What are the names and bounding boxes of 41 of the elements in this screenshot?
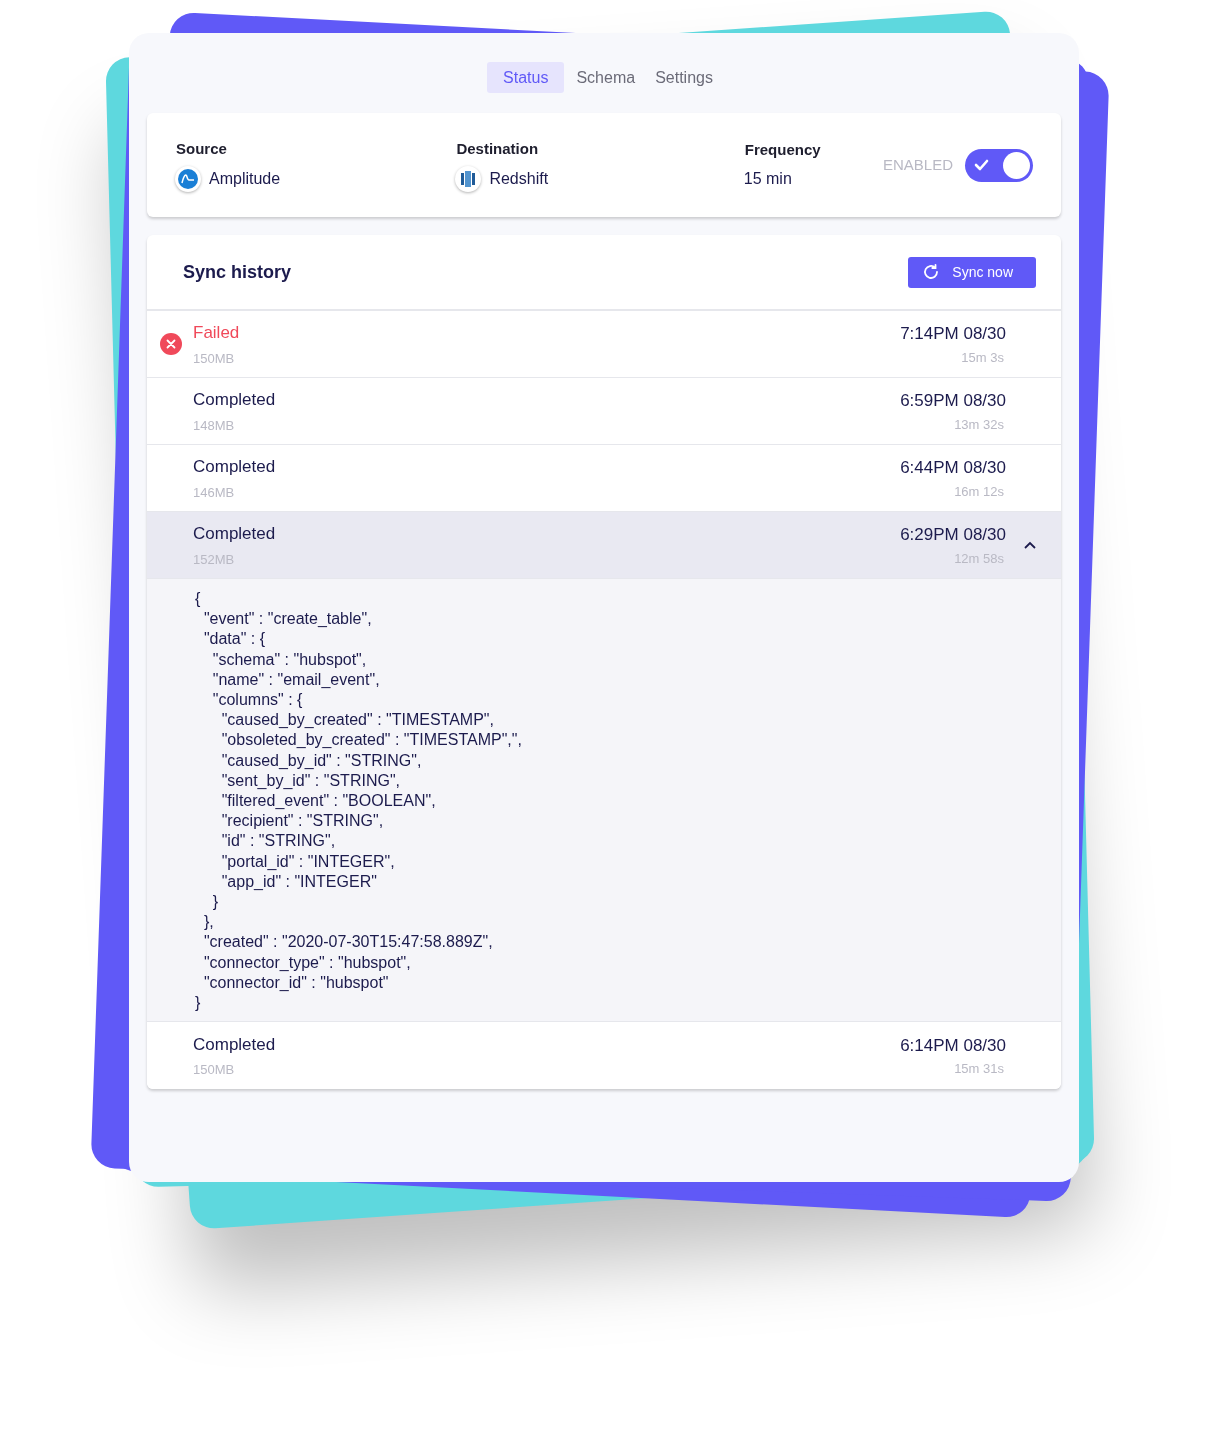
- sync-duration: 13m 32s: [954, 415, 1005, 434]
- chevron-up-icon[interactable]: [1024, 541, 1036, 549]
- field-label: Source: [175, 138, 228, 159]
- sync-time: 6:29PM 08/30: [900, 524, 1006, 546]
- sync-time: 6:44PM 08/30: [900, 457, 1006, 479]
- sync-now-button[interactable]: Sync now: [908, 256, 1036, 288]
- refresh-icon: [922, 263, 941, 281]
- toggle-label: ENABLED: [882, 154, 953, 175]
- history-row[interactable]: Completed 146MB 6:44PM 08/30 16m 12s: [147, 445, 1061, 512]
- tab[interactable]: Status: [487, 62, 565, 93]
- field-value: Amplitude: [209, 169, 281, 190]
- sync-duration: 15m 31s: [954, 1060, 1005, 1079]
- sync-size: 150MB: [193, 1061, 236, 1080]
- sync-status: Completed: [193, 523, 276, 545]
- sync-status: Completed: [193, 1033, 276, 1056]
- sync-time: 6:14PM 08/30: [900, 1034, 1006, 1057]
- tab[interactable]: Schema: [568, 62, 644, 93]
- sync-status: Completed: [193, 389, 276, 411]
- history-row[interactable]: Completed 148MB 6:59PM 08/30 13m 32s: [147, 378, 1061, 445]
- sync-duration: 15m 3s: [961, 348, 1005, 367]
- sync-duration: 16m 12s: [954, 482, 1005, 501]
- sync-size: 148MB: [193, 416, 236, 435]
- field-value: 15 min: [743, 169, 792, 190]
- tab[interactable]: Settings: [647, 62, 721, 93]
- error-icon: [160, 333, 182, 355]
- toggle-switch[interactable]: [965, 148, 1033, 182]
- field-label: Destination: [455, 138, 540, 159]
- history-row[interactable]: Completed 150MB 6:14PM 08/30 15m 31s: [147, 1022, 1061, 1090]
- event-payload: { "event" : "create_table", "data" : { "schema" : "hubspot", "name" : "email_event", "columns" : { "caused_by_created" : "TIMESTAMP", "obsoleted_by_created" : "TIMESTAMP",", "caused_by_id" : "STRING", "sent_by_id" : "STRING", "filtered_event" : "BOOLEAN", "recipient" : "STRING", "id" : "STRING", "portal_id" : "INTEGER", "app_id" : "INTEGER" } }, "created" : "2020-07-30T15:47:58.889Z", "connector_type" : "hubspot", "connector_id" : "hubspot" }: [195, 589, 523, 1014]
- field-label: Frequency: [743, 139, 822, 160]
- section-title: Sync history: [183, 260, 292, 284]
- wave-logo-icon: [175, 166, 201, 193]
- field-value: Redshift: [489, 169, 549, 190]
- sync-size: 146MB: [193, 483, 236, 502]
- sync-status: Failed: [193, 322, 240, 344]
- history-row[interactable]: Failed 150MB 7:14PM 08/30 15m 3s: [147, 311, 1061, 378]
- sync-status: Completed: [193, 456, 276, 478]
- sync-time: 7:14PM 08/30: [900, 323, 1006, 345]
- database-logo-icon: [455, 166, 482, 193]
- sync-size: 150MB: [193, 349, 236, 368]
- sync-time: 6:59PM 08/30: [900, 390, 1006, 412]
